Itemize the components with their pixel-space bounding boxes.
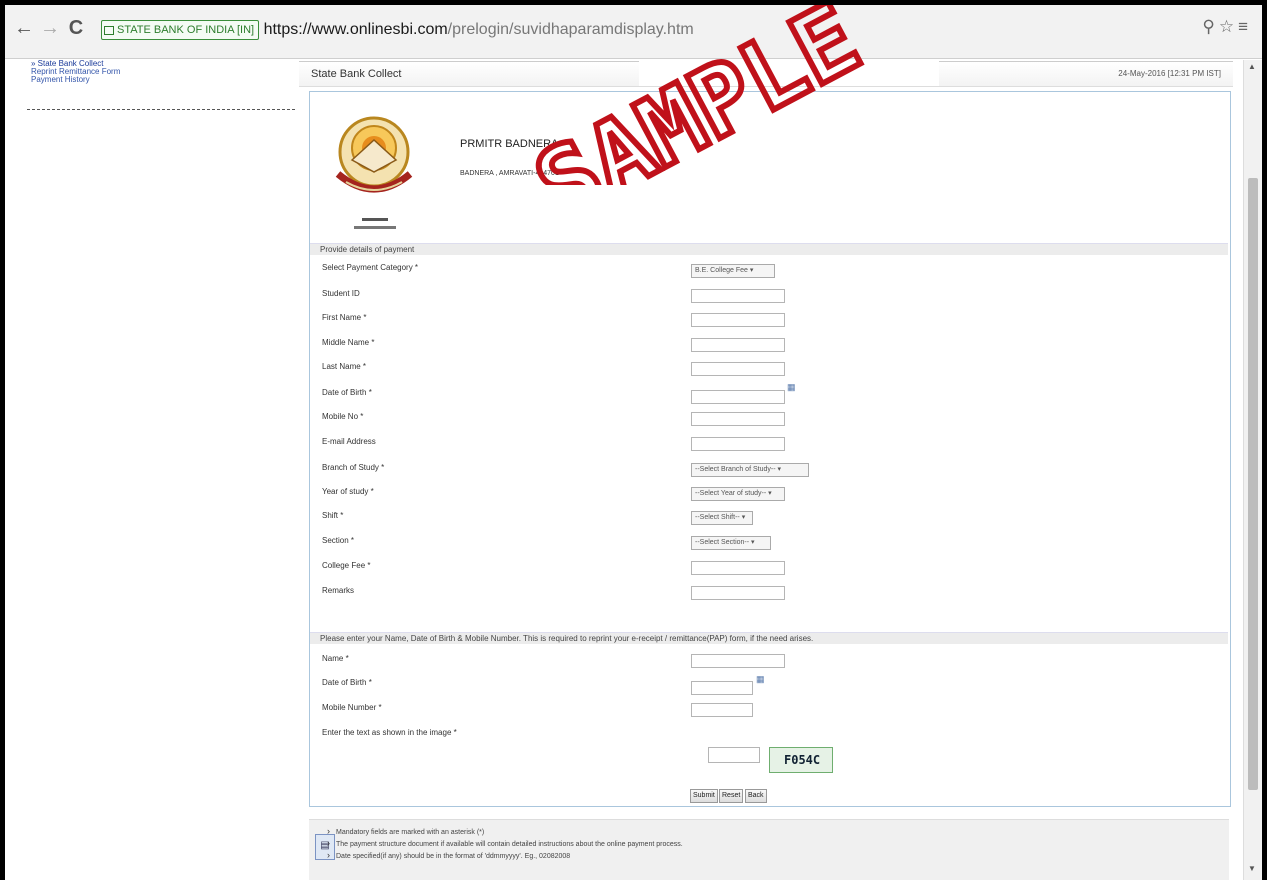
- middle-name-label: Middle Name *: [322, 338, 375, 347]
- captcha-input[interactable]: [708, 747, 760, 763]
- vertical-scrollbar[interactable]: ▲ ▼: [1243, 60, 1262, 880]
- browser-toolbar: ← → C STATE BANK OF INDIA [IN] https://w…: [5, 5, 1262, 59]
- page-title: State Bank Collect: [311, 68, 402, 80]
- mobile-input[interactable]: [691, 412, 785, 426]
- institution-name: PRMITR BADNERA: [460, 138, 559, 150]
- student-id-input[interactable]: [691, 289, 785, 303]
- last-name-label: Last Name *: [322, 362, 367, 371]
- institution-logo: [335, 116, 413, 229]
- reprint-mobile-input[interactable]: [691, 703, 753, 717]
- sidebar-item-payment-history[interactable]: Payment History: [5, 76, 295, 84]
- section-label: Section *: [322, 536, 355, 545]
- instructions-panel: ▤ › Mandatory fields are marked with an a…: [309, 819, 1229, 880]
- header-tab-gap: [639, 61, 939, 86]
- first-name-label: First Name *: [322, 313, 367, 322]
- reset-button[interactable]: Reset: [719, 789, 744, 803]
- college-fee-label: College Fee *: [322, 561, 371, 570]
- chevron-down-icon: ▾: [749, 267, 754, 274]
- forward-arrow-icon[interactable]: →: [39, 17, 61, 39]
- captcha-label: Enter the text as shown in the image *: [322, 728, 457, 737]
- zoom-icon[interactable]: ⚲: [1202, 17, 1218, 36]
- captcha-image: F054C: [769, 747, 833, 773]
- reprint-dob-input[interactable]: [691, 681, 753, 695]
- lock-icon: [104, 26, 114, 35]
- note-item: › Mandatory fields are marked with an ast…: [327, 826, 485, 836]
- calendar-icon[interactable]: ▦: [787, 382, 797, 394]
- branch-label: Branch of Study *: [322, 463, 385, 472]
- email-input[interactable]: [691, 437, 785, 451]
- scroll-thumb[interactable]: [1248, 178, 1258, 790]
- reload-icon[interactable]: C: [65, 17, 87, 39]
- reprint-name-label: Name *: [322, 654, 349, 663]
- payment-category-label: Select Payment Category *: [322, 263, 419, 272]
- browser-window: ← → C STATE BANK OF INDIA [IN] https://w…: [5, 5, 1262, 880]
- reprint-mobile-label: Mobile Number *: [322, 703, 382, 712]
- dob-label: Date of Birth *: [322, 388, 372, 397]
- mobile-label: Mobile No *: [322, 412, 364, 421]
- remarks-input[interactable]: [691, 586, 785, 600]
- calendar-icon[interactable]: ▦: [756, 674, 766, 686]
- note-item: › The payment structure document if avail…: [327, 838, 683, 848]
- reprint-name-input[interactable]: [691, 654, 785, 668]
- address-bar[interactable]: STATE BANK OF INDIA [IN] https://www.onl…: [101, 17, 1181, 43]
- first-name-input[interactable]: [691, 313, 785, 327]
- scroll-down-arrow-icon[interactable]: ▼: [1248, 864, 1256, 873]
- student-id-label: Student ID: [322, 289, 360, 298]
- dob-input[interactable]: [691, 390, 785, 404]
- remarks-label: Remarks: [322, 586, 355, 595]
- chevron-down-icon: ▾: [777, 466, 781, 473]
- note-item: › Date specified(if any) should be in the…: [327, 850, 571, 860]
- url-protocol: https://: [263, 21, 312, 38]
- bookmark-star-icon[interactable]: ☆: [1219, 17, 1238, 36]
- reprint-dob-label: Date of Birth *: [322, 678, 372, 687]
- sidebar: » State Bank Collect Reprint Remittance …: [5, 60, 295, 120]
- arrow-icon: ›: [327, 826, 330, 836]
- payment-form: PRMITR BADNERA BADNERA , AMRAVATI-444701…: [309, 91, 1231, 807]
- shift-label: Shift *: [322, 511, 344, 520]
- scroll-up-arrow-icon[interactable]: ▲: [1248, 62, 1256, 71]
- menu-icon[interactable]: ≡: [1238, 17, 1252, 36]
- url-host: www.onlinesbi.com: [311, 21, 448, 38]
- browser-actions: ⚲☆≡: [1202, 17, 1252, 37]
- back-arrow-icon[interactable]: ←: [13, 17, 35, 39]
- reprint-details-heading: Please enter your Name, Date of Birth & …: [310, 632, 1228, 644]
- arrow-icon: ›: [327, 850, 330, 860]
- section-select[interactable]: --Select Section-- ▾: [691, 536, 771, 550]
- back-button[interactable]: Back: [745, 789, 767, 803]
- content-header: State Bank Collect 24-May-2016 [12:31 PM…: [299, 61, 1233, 87]
- branch-select[interactable]: --Select Branch of Study-- ▾: [691, 463, 809, 477]
- year-select[interactable]: --Select Year of study-- ▾: [691, 487, 785, 501]
- security-badge[interactable]: STATE BANK OF INDIA [IN]: [101, 20, 260, 40]
- payment-category-select[interactable]: B.E. College Fee ▾: [691, 264, 775, 278]
- url-path: /prelogin/suvidhaparamdisplay.htm: [447, 21, 694, 38]
- chevron-down-icon: ▾: [751, 539, 755, 546]
- payment-details-heading: Provide details of payment: [310, 243, 1228, 255]
- arrow-icon: ›: [327, 838, 330, 848]
- submit-button[interactable]: Submit: [690, 789, 718, 803]
- chevron-down-icon: ▾: [768, 490, 772, 497]
- chevron-down-icon: ▾: [741, 514, 746, 521]
- shift-select[interactable]: --Select Shift-- ▾: [691, 511, 753, 525]
- email-label: E-mail Address: [322, 437, 376, 446]
- sidebar-divider: [27, 109, 295, 110]
- year-label: Year of study *: [322, 487, 374, 496]
- last-name-input[interactable]: [691, 362, 785, 376]
- middle-name-input[interactable]: [691, 338, 785, 352]
- institution-address: BADNERA , AMRAVATI-444701: [460, 170, 559, 177]
- college-fee-input[interactable]: [691, 561, 785, 575]
- header-datetime: 24-May-2016 [12:31 PM IST]: [1118, 69, 1221, 78]
